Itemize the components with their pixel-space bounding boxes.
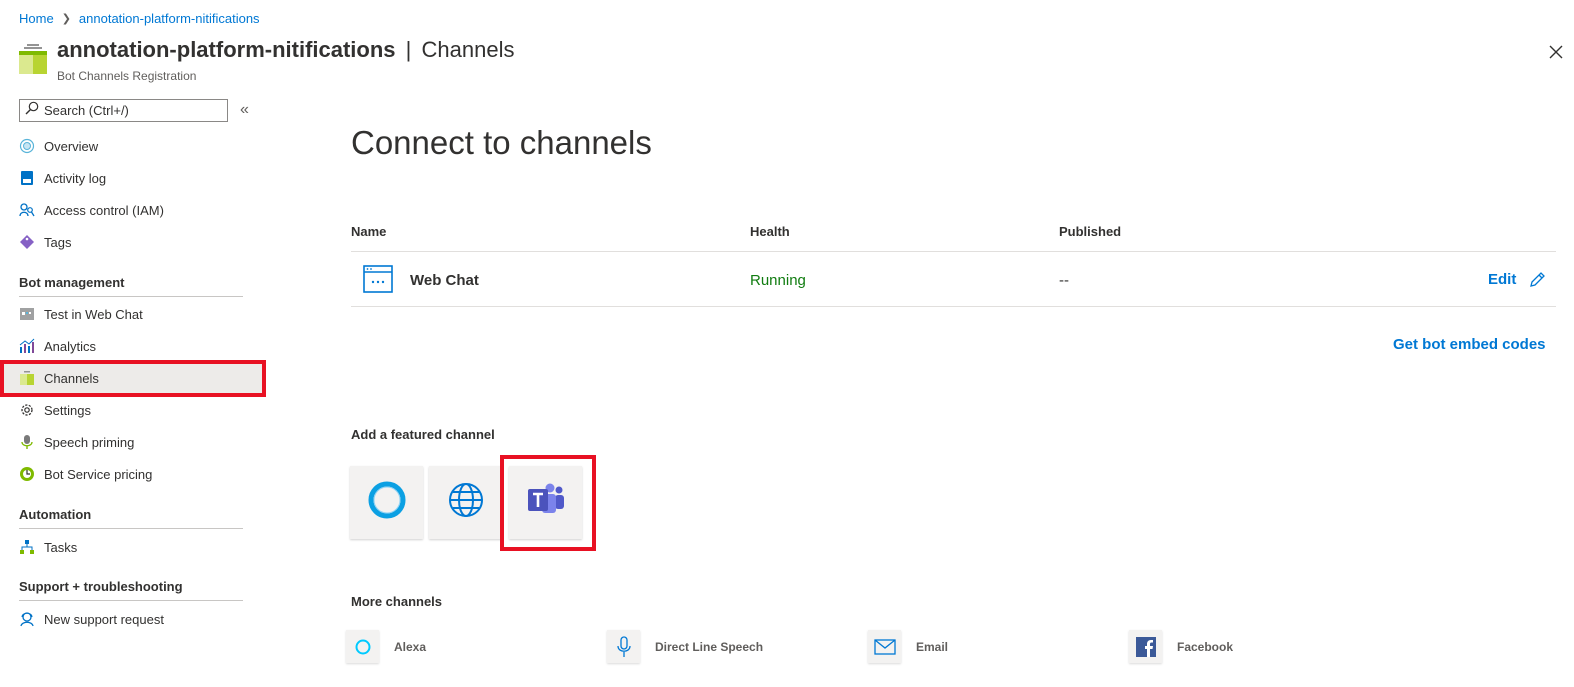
sidebar-item-label: New support request	[44, 611, 164, 627]
microphone-icon	[19, 434, 35, 450]
bot-resource-icon	[19, 44, 47, 74]
sidebar-item-activity-log[interactable]: Activity log	[19, 166, 259, 190]
edit-button[interactable]: Edit	[1488, 271, 1546, 288]
close-icon[interactable]	[1546, 42, 1566, 62]
sidebar-item-label: Test in Web Chat	[44, 306, 143, 322]
channel-health: Running	[750, 272, 806, 289]
microphone-icon	[607, 630, 640, 663]
column-header-name: Name	[351, 224, 387, 239]
section-title: Support + troubleshooting	[19, 579, 183, 594]
pricing-icon	[19, 466, 35, 482]
support-icon	[19, 611, 35, 627]
sidebar-item-analytics[interactable]: Analytics	[19, 334, 259, 358]
section-bot-management: Bot management	[19, 275, 243, 297]
sidebar-item-test-in-web-chat[interactable]: Test in Web Chat	[19, 302, 259, 326]
column-header-health: Health	[750, 224, 790, 239]
sidebar-item-new-support-request[interactable]: New support request	[19, 607, 259, 631]
web-chat-icon	[363, 265, 393, 298]
tasks-icon	[19, 539, 35, 555]
tag-icon	[19, 234, 35, 250]
section-divider	[19, 528, 243, 529]
overview-icon	[19, 138, 35, 154]
main-title: Connect to channels	[351, 124, 652, 161]
more-channel-facebook[interactable]: Facebook	[1129, 630, 1233, 663]
pencil-icon	[1529, 271, 1546, 288]
channel-name: Web Chat	[410, 272, 479, 289]
get-bot-embed-codes-link[interactable]: Get bot embed codes	[1393, 336, 1546, 353]
sidebar-item-speech-priming[interactable]: Speech priming	[19, 430, 259, 454]
more-channel-label: Email	[916, 639, 949, 654]
cortana-icon	[367, 480, 407, 525]
column-header-published: Published	[1059, 224, 1122, 239]
more-channel-direct-line-speech[interactable]: Direct Line Speech	[607, 630, 763, 663]
sidebar-item-label: Settings	[44, 402, 91, 418]
channel-published: --	[1059, 272, 1069, 289]
section-automation: Automation	[19, 507, 243, 529]
sidebar-item-label: Access control (IAM)	[44, 202, 164, 218]
sidebar-item-tags[interactable]: Tags	[19, 230, 259, 254]
breadcrumb-resource-link[interactable]: annotation-platform-nitifications	[79, 11, 260, 26]
table-header-divider	[351, 251, 1556, 252]
resource-name: annotation-platform-nitifications	[57, 37, 396, 62]
blade-name: Channels	[421, 37, 515, 62]
gear-icon	[19, 402, 35, 418]
featured-channel-heading: Add a featured channel	[351, 427, 495, 442]
sidebar-item-overview[interactable]: Overview	[19, 134, 259, 158]
section-divider	[19, 600, 243, 601]
sidebar-item-label: Bot Service pricing	[44, 466, 153, 482]
featured-channel-direct-line[interactable]	[429, 466, 502, 539]
section-title: Automation	[19, 507, 92, 522]
facebook-icon	[1129, 630, 1162, 663]
sidebar-item-settings[interactable]: Settings	[19, 398, 259, 422]
sidebar-item-label: Analytics	[44, 338, 97, 354]
section-support: Support + troubleshooting	[19, 579, 243, 601]
table-row-divider	[351, 306, 1556, 307]
search-input[interactable]	[44, 103, 224, 118]
more-channel-label: Direct Line Speech	[655, 639, 764, 654]
sidebar-item-tasks[interactable]: Tasks	[19, 535, 259, 559]
sidebar-item-access-control[interactable]: Access control (IAM)	[19, 198, 259, 222]
globe-icon	[447, 481, 485, 524]
sidebar-item-label: Speech priming	[44, 434, 135, 450]
teams-highlight-box	[500, 455, 596, 551]
access-control-icon	[19, 202, 35, 218]
analytics-icon	[19, 338, 35, 354]
test-web-chat-icon	[19, 306, 35, 322]
more-channels-heading: More channels	[351, 594, 443, 609]
sidebar-item-label: Activity log	[44, 170, 107, 186]
section-divider	[19, 296, 243, 297]
breadcrumb: Home ❯ annotation-platform-nitifications	[19, 11, 260, 26]
sidebar-item-label: Overview	[44, 138, 99, 154]
page-title: annotation-platform-nitifications | Chan…	[57, 37, 514, 63]
channels-highlight-box	[0, 360, 266, 397]
email-icon	[868, 630, 901, 663]
edit-label: Edit	[1488, 271, 1517, 288]
more-channel-alexa[interactable]: Alexa	[346, 630, 426, 663]
sidebar-item-bot-service-pricing[interactable]: Bot Service pricing	[19, 462, 259, 486]
more-channel-email[interactable]: Email	[868, 630, 948, 663]
collapse-sidebar-button[interactable]: «	[240, 101, 249, 119]
chevron-right-icon: ❯	[61, 13, 71, 25]
breadcrumb-home-link[interactable]: Home	[19, 11, 54, 26]
featured-channel-cortana[interactable]	[350, 466, 423, 539]
more-channel-label: Facebook	[1177, 639, 1234, 654]
title-separator: |	[405, 37, 412, 62]
alexa-icon	[346, 630, 379, 663]
search-icon	[25, 101, 39, 120]
search-box	[19, 99, 228, 122]
activity-log-icon	[19, 170, 35, 186]
sidebar-item-label: Tags	[44, 234, 72, 250]
more-channel-label: Alexa	[394, 639, 427, 654]
section-title: Bot management	[19, 275, 125, 290]
sidebar-item-label: Tasks	[44, 539, 78, 555]
page-subtitle: Bot Channels Registration	[57, 69, 197, 83]
